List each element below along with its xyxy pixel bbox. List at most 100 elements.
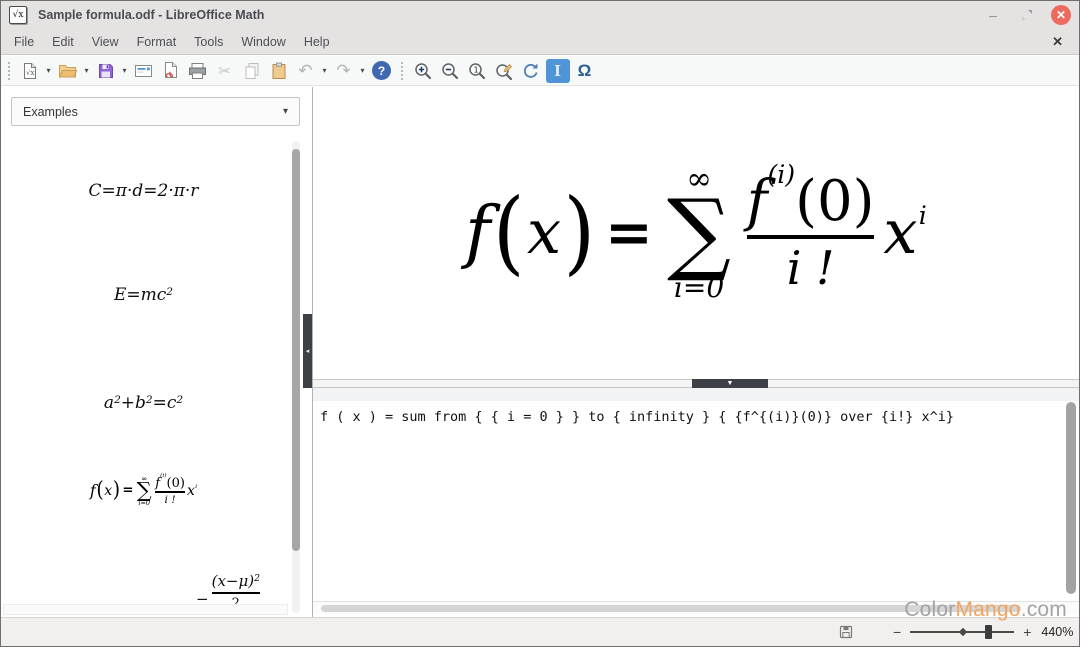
command-scrollbar-thumb[interactable] [1066,402,1076,594]
taylor-series-small: f(x)= ∞ ∑ i=0 f(i)(0) i ! xi [90,475,197,507]
document-saved-indicator[interactable] [839,625,853,639]
pyth-term: =c [153,393,177,413]
sidebar-scrollbar-thumb[interactable] [292,149,300,551]
num-argument: (0) [795,174,874,230]
open-dropdown-caret[interactable]: ▾ [82,66,91,75]
menu-tools[interactable]: Tools [185,31,232,53]
menu-format[interactable]: Format [128,31,186,53]
command-scrollbar[interactable] [1066,402,1076,594]
numerator: f(i)(0) [747,174,875,230]
redo-dropdown-caret[interactable]: ▾ [358,66,367,75]
emc2-base: E=mc [114,285,166,305]
examples-dropdown-label: Examples [23,105,78,119]
right-paren: ) [564,180,596,285]
close-document-button[interactable]: ✕ [1052,34,1063,50]
zoom-in-icon [413,61,433,81]
summation: ∞ ∑ i=0 [667,164,731,302]
menu-window[interactable]: Window [232,31,294,53]
command-editor[interactable]: f ( x ) = sum from { { i = 0 } } to { in… [313,388,1079,601]
f-symbol: f [465,193,490,272]
zoom-out-control[interactable]: − [889,624,905,640]
x-exponent: i [919,201,927,230]
cut-button[interactable]: ✂ [212,58,237,84]
copy-button[interactable] [239,58,264,84]
x-term: x [883,198,917,268]
zoom-level-value[interactable]: 440% [1041,625,1080,639]
menu-bar: File Edit View Format Tools Window Help … [1,29,1079,55]
help-button[interactable]: ? [369,58,394,84]
save-button[interactable] [93,58,118,84]
zoom-in-control[interactable]: + [1019,624,1035,640]
toolbar-grip[interactable] [6,60,12,82]
sidebar-scrollbar[interactable] [292,141,300,613]
x-exponent: i [195,484,197,490]
formula-cursor-icon: I [546,59,570,83]
menu-help[interactable]: Help [295,31,339,53]
menu-view[interactable]: View [83,31,128,53]
sigma-symbol: ∑ [667,195,731,271]
minimize-button[interactable]: – [983,5,1003,25]
examples-dropdown[interactable]: Examples ▾ [11,97,300,126]
undo-button[interactable]: ↶ [293,58,318,84]
x-symbol: x [104,483,112,499]
open-button[interactable] [55,58,80,84]
splitter-left-arrow: ◂ [306,347,310,355]
save-dropdown-caret[interactable]: ▾ [120,66,129,75]
catalog-button[interactable]: Ω [572,58,597,84]
new-dropdown-caret[interactable]: ▾ [44,66,53,75]
example-pythagoras-formula[interactable]: a2+b2=c2 [1,393,286,413]
fraction-bar [747,235,875,239]
example-emc2-formula[interactable]: E=mc2 [1,285,286,305]
undo-dropdown-caret[interactable]: ▾ [320,66,329,75]
chevron-down-icon: ▾ [283,106,288,117]
gauss-numerator: (x−μ)2 [212,573,260,590]
help-icon: ? [372,61,391,80]
example-circle-formula[interactable]: C=π·d=2·π·r [1,181,286,201]
new-formula-icon: √x [20,61,40,81]
gauss-num-exp: 2 [254,573,260,584]
zoom-100-button[interactable]: 1 [464,58,489,84]
app-icon: √x [9,6,27,24]
print-button[interactable] [185,58,210,84]
save-icon [96,61,116,81]
paste-icon [269,61,289,81]
export-pdf-button[interactable] [158,58,183,84]
paste-button[interactable] [266,58,291,84]
update-refresh-icon [521,61,541,81]
emc2-exponent: 2 [166,286,173,298]
command-editor-top-strip [313,388,1079,401]
panel-splitter-handle[interactable]: ◂ [303,314,312,388]
close-button[interactable]: ✕ [1051,5,1071,25]
restore-button[interactable] [1017,5,1037,25]
pyth-term: a [104,393,114,413]
window-controls: – ✕ [983,5,1071,25]
equals-sign: = [122,483,133,498]
menu-file[interactable]: File [5,31,43,53]
formula-cursor-button[interactable]: I [545,58,570,84]
zoom-in-button[interactable] [410,58,435,84]
sidebar-hscrollbar[interactable] [3,604,288,615]
example-taylor-formula[interactable]: f(x)= ∞ ∑ i=0 f(i)(0) i ! xi [1,475,286,507]
view-splitter[interactable]: ▼ [313,379,1079,388]
copy-icon [242,61,262,81]
menu-edit[interactable]: Edit [43,31,83,53]
new-formula-button[interactable]: √x [17,58,42,84]
x-term: x [187,483,195,499]
formula-display-area[interactable]: f(x)= ∞ ∑ i=0 f(i)(0) i ! xi [313,87,1079,379]
view-splitter-handle[interactable]: ▼ [692,379,768,388]
redo-button[interactable]: ↷ [331,58,356,84]
zoom-slider[interactable] [910,624,1014,640]
formula-command-text[interactable]: f ( x ) = sum from { { i = 0 } } to { in… [320,409,1055,425]
save-status-icon [839,625,853,639]
update-button[interactable] [518,58,543,84]
email-button[interactable] [131,58,156,84]
zoom-out-button[interactable] [437,58,462,84]
pyth-term: +b [121,393,146,413]
sum-lower-limit: i=0 [138,500,150,507]
application-window: √x Sample formula.odf - LibreOffice Math… [0,0,1080,647]
left-paren: ( [493,180,525,285]
zoom-custom-button[interactable] [491,58,516,84]
toolbar-grip-2[interactable] [399,60,405,82]
derivative-order: (i) [767,162,795,187]
zoom-slider-thumb[interactable] [985,625,992,639]
